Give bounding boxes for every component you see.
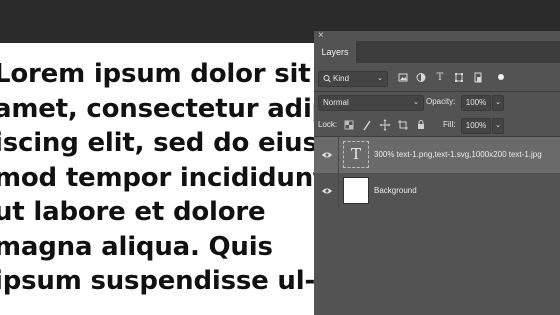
layer-filter-row: Kind ⌄ T [314, 68, 560, 88]
chevron-down-icon: ⌄ [413, 99, 419, 106]
filter-toggle-icon[interactable] [498, 74, 504, 80]
shape-layer-filter-icon[interactable] [452, 69, 466, 87]
lock-artboard-icon[interactable] [397, 118, 409, 132]
divider [314, 91, 560, 92]
opacity-slider-button[interactable]: ⌄ [492, 95, 504, 111]
fill-label: Fill: [443, 120, 456, 129]
canvas-text-line: mod tempor incididunt [0, 162, 314, 193]
filter-kind-select[interactable]: Kind ⌄ [318, 71, 388, 87]
canvas-text-line: ipsum suspendisse ul- [0, 266, 314, 296]
canvas-text-line: magna aliqua. Quis [0, 231, 273, 262]
lock-image-pixels-icon[interactable] [361, 118, 373, 132]
canvas-text-line: ut labore et dolore [0, 197, 266, 227]
divider [338, 173, 339, 209]
panel-tab-bar: Layers [314, 41, 560, 63]
blend-mode-label: Normal [323, 98, 349, 107]
chevron-down-icon: ⌄ [377, 75, 383, 82]
layer-name[interactable]: Background [374, 173, 417, 209]
background-layer-thumbnail [343, 177, 369, 204]
adjustment-layer-filter-icon[interactable] [414, 69, 428, 87]
canvas-text-line: amet, consectetur adip [0, 93, 314, 124]
layer-row-text[interactable]: T 300% text-1.png,text-1.svg,1000x200 te… [314, 137, 560, 173]
lock-transparent-pixels-icon[interactable] [343, 118, 355, 132]
search-icon [323, 72, 331, 91]
tab-bar-empty [356, 41, 560, 63]
lock-row: Lock: Fill: 100% ⌄ [314, 117, 560, 135]
type-layer-filter-icon[interactable]: T [433, 69, 447, 87]
eye-icon[interactable] [321, 149, 333, 161]
opacity-field[interactable]: 100% [461, 95, 491, 111]
blend-row: Normal ⌄ Opacity: 100% ⌄ [314, 93, 560, 111]
canvas-text-block: Lorem ipsum dolor sit amet, consectetur … [0, 57, 314, 299]
lock-all-icon[interactable] [415, 118, 427, 132]
divider [338, 137, 339, 173]
fill-field[interactable]: 100% [461, 118, 491, 134]
smart-object-filter-icon[interactable] [471, 69, 485, 87]
tab-layers[interactable]: Layers [314, 41, 356, 63]
lock-position-icon[interactable] [379, 118, 391, 132]
canvas-text-line: iscing elit, sed do eius- [0, 128, 314, 158]
opacity-label: Opacity: [426, 97, 456, 106]
layer-row-background[interactable]: Background [314, 173, 560, 209]
canvas-text-line: Lorem ipsum dolor sit [0, 59, 311, 89]
lock-label: Lock: [318, 120, 338, 129]
layers-panel: × Layers Kind ⌄ T Normal ⌄ Opacity: 100%… [314, 30, 560, 315]
document-canvas[interactable]: Lorem ipsum dolor sit amet, consectetur … [0, 43, 314, 315]
text-layer-thumbnail-icon: T [343, 141, 369, 168]
filter-kind-label: Kind [333, 74, 350, 83]
blend-mode-select[interactable]: Normal ⌄ [318, 95, 424, 111]
eye-icon[interactable] [321, 185, 333, 197]
pixel-layer-filter-icon[interactable] [396, 69, 410, 87]
layer-name[interactable]: 300% text-1.png,text-1.svg,1000x200 text… [374, 137, 542, 173]
fill-slider-button[interactable]: ⌄ [492, 118, 504, 134]
